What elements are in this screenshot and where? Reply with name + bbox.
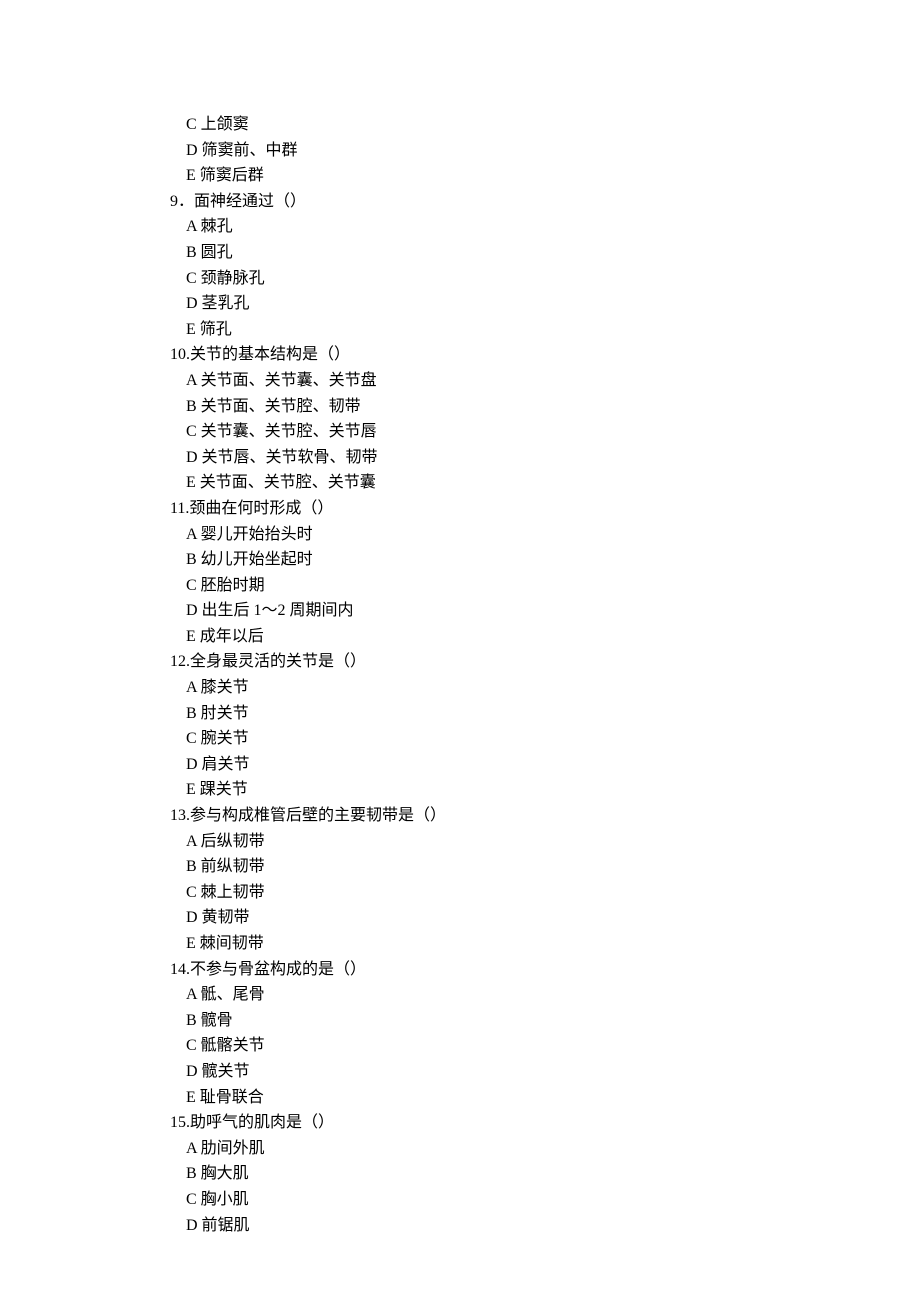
option-line: E 关节面、关节腔、关节囊	[170, 470, 920, 496]
option-line: D 肩关节	[170, 752, 920, 778]
option-line: E 成年以后	[170, 624, 920, 650]
option-line: E 筛孔	[170, 317, 920, 343]
option-line: A 膝关节	[170, 675, 920, 701]
option-line: A 后纵韧带	[170, 829, 920, 855]
option-line: E 耻骨联合	[170, 1085, 920, 1111]
option-line: C 胸小肌	[170, 1187, 920, 1213]
option-line: A 棘孔	[170, 214, 920, 240]
option-line: B 髋骨	[170, 1008, 920, 1034]
option-line: A 婴儿开始抬头时	[170, 522, 920, 548]
option-line: C 上颌窦	[170, 112, 920, 138]
option-line: C 棘上韧带	[170, 880, 920, 906]
question-list: C 上颌窦D 筛窦前、中群E 筛窦后群9．面神经通过（）A 棘孔B 圆孔C 颈静…	[170, 112, 920, 1238]
option-line: B 圆孔	[170, 240, 920, 266]
document-page: C 上颌窦D 筛窦前、中群E 筛窦后群9．面神经通过（）A 棘孔B 圆孔C 颈静…	[0, 0, 920, 1302]
option-line: D 茎乳孔	[170, 291, 920, 317]
question-line: 11.颈曲在何时形成（）	[170, 496, 920, 522]
option-line: A 肋间外肌	[170, 1136, 920, 1162]
option-line: C 腕关节	[170, 726, 920, 752]
option-line: D 髋关节	[170, 1059, 920, 1085]
option-line: D 黄韧带	[170, 905, 920, 931]
option-line: C 胚胎时期	[170, 573, 920, 599]
option-line: A 关节面、关节囊、关节盘	[170, 368, 920, 394]
option-line: C 关节囊、关节腔、关节唇	[170, 419, 920, 445]
option-line: C 骶髂关节	[170, 1033, 920, 1059]
question-line: 13.参与构成椎管后壁的主要韧带是（）	[170, 803, 920, 829]
option-line: B 前纵韧带	[170, 854, 920, 880]
question-line: 14.不参与骨盆构成的是（）	[170, 957, 920, 983]
option-line: D 出生后 1～2 周期间内	[170, 598, 920, 624]
option-line: E 筛窦后群	[170, 163, 920, 189]
question-line: 10.关节的基本结构是（）	[170, 342, 920, 368]
question-line: 12.全身最灵活的关节是（）	[170, 649, 920, 675]
option-line: B 关节面、关节腔、韧带	[170, 394, 920, 420]
option-line: D 筛窦前、中群	[170, 138, 920, 164]
option-line: B 胸大肌	[170, 1161, 920, 1187]
option-line: B 肘关节	[170, 701, 920, 727]
question-line: 15.助呼气的肌肉是（）	[170, 1110, 920, 1136]
option-line: D 前锯肌	[170, 1213, 920, 1239]
option-line: D 关节唇、关节软骨、韧带	[170, 445, 920, 471]
option-line: C 颈静脉孔	[170, 266, 920, 292]
option-line: A 骶、尾骨	[170, 982, 920, 1008]
option-line: E 棘间韧带	[170, 931, 920, 957]
option-line: B 幼儿开始坐起时	[170, 547, 920, 573]
question-line: 9．面神经通过（）	[170, 189, 920, 215]
option-line: E 踝关节	[170, 777, 920, 803]
